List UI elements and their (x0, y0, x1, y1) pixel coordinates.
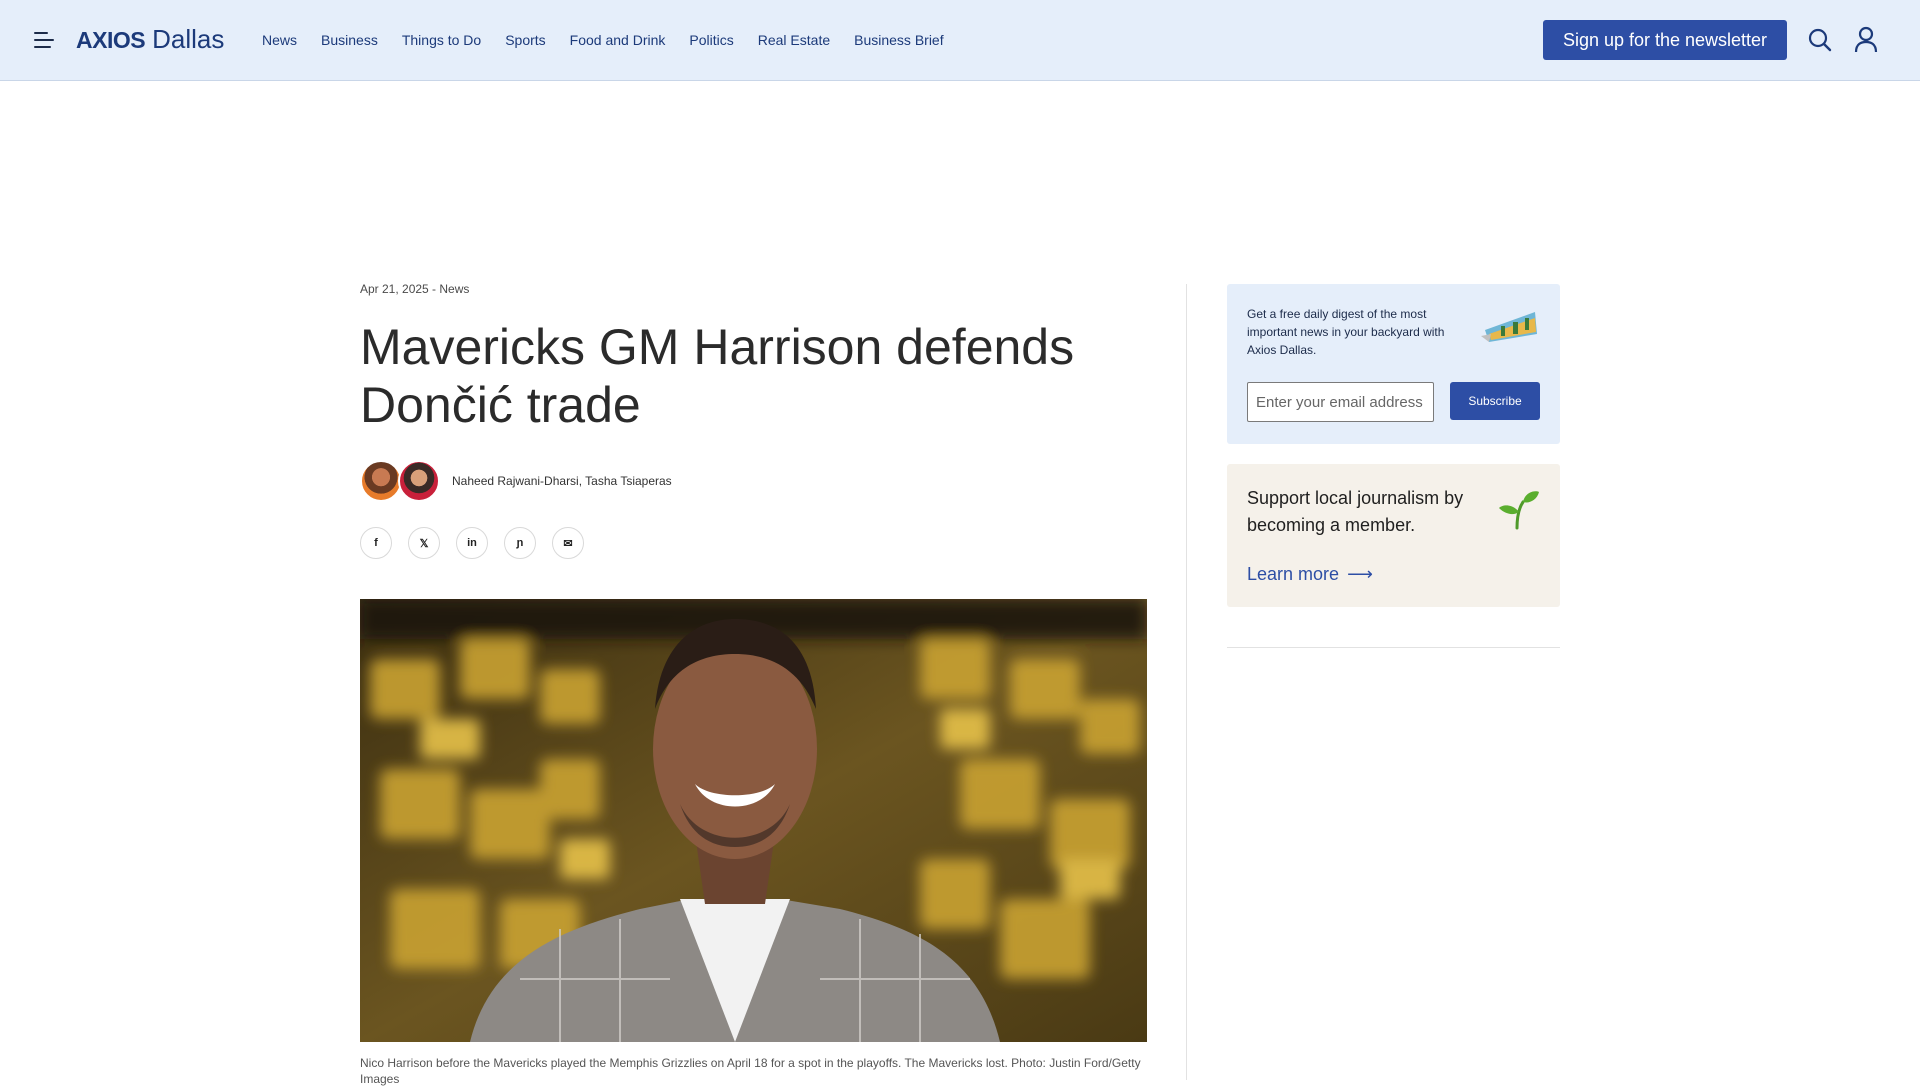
main-nav: News Business Things to Do Sports Food a… (262, 0, 944, 80)
column-divider (1186, 284, 1187, 1080)
sprout-icon (1497, 488, 1541, 530)
article-photo (360, 599, 1147, 1042)
membership-promo: Support local journalism by becoming a m… (1227, 464, 1560, 607)
nav-politics[interactable]: Politics (689, 32, 733, 48)
learn-more-label: Learn more (1247, 564, 1340, 584)
byline: Naheed Rajwani-Dharsi, Tasha Tsiaperas (360, 460, 672, 502)
nav-business[interactable]: Business (321, 32, 378, 48)
hamburger-menu-icon[interactable] (34, 31, 54, 49)
newsletter-signup-button[interactable]: Sign up for the newsletter (1543, 20, 1787, 60)
email-share-icon[interactable]: ✉ (552, 527, 584, 559)
author-names[interactable]: Naheed Rajwani-Dharsi, Tasha Tsiaperas (452, 474, 672, 488)
nav-food-and-drink[interactable]: Food and Drink (570, 32, 666, 48)
user-account-icon[interactable] (1853, 26, 1879, 54)
membership-pitch: Support local journalism by becoming a m… (1247, 488, 1464, 535)
headline-line-2: Dončić trade (360, 377, 641, 433)
headline-line-1: Mavericks GM Harrison defends (360, 319, 1075, 375)
linkedin-share-icon[interactable]: in (456, 527, 488, 559)
photo-caption: Nico Harrison before the Mavericks playe… (360, 1056, 1141, 1086)
article-meta: Apr 21, 2025 - News (360, 282, 470, 296)
newsletter-illustration-icon (1479, 306, 1539, 344)
threads-share-icon[interactable]: ɲ (504, 527, 536, 559)
sidebar-divider (1227, 647, 1560, 648)
article-headline: Mavericks GM Harrison defends Dončić tra… (360, 318, 1120, 434)
nav-sports[interactable]: Sports (505, 32, 545, 48)
site-logo[interactable]: AXIOS Dallas (76, 24, 224, 56)
newsletter-signup-box: Get a free daily digest of the most impo… (1227, 284, 1560, 444)
search-icon[interactable] (1807, 27, 1833, 53)
share-bar: f 𝕏 in ɲ ✉ (360, 527, 584, 559)
logo-brand: AXIOS (76, 27, 146, 53)
author-avatar[interactable] (398, 460, 440, 502)
site-header: AXIOS Dallas News Business Things to Do … (0, 0, 1920, 81)
x-share-icon[interactable]: 𝕏 (408, 527, 440, 559)
nav-business-brief[interactable]: Business Brief (854, 32, 943, 48)
author-avatar[interactable] (360, 460, 402, 502)
nav-things-to-do[interactable]: Things to Do (402, 32, 481, 48)
nav-news[interactable]: News (262, 32, 297, 48)
newsletter-pitch: Get a free daily digest of the most impo… (1247, 307, 1445, 357)
facebook-share-icon[interactable]: f (360, 527, 392, 559)
newsletter-email-input[interactable] (1247, 382, 1434, 422)
subscribe-button[interactable]: Subscribe (1450, 382, 1540, 420)
logo-city: Dallas (152, 24, 225, 54)
learn-more-link[interactable]: Learn more ⟶ (1247, 564, 1373, 585)
nav-real-estate[interactable]: Real Estate (758, 32, 830, 48)
arrow-right-icon: ⟶ (1347, 564, 1373, 584)
